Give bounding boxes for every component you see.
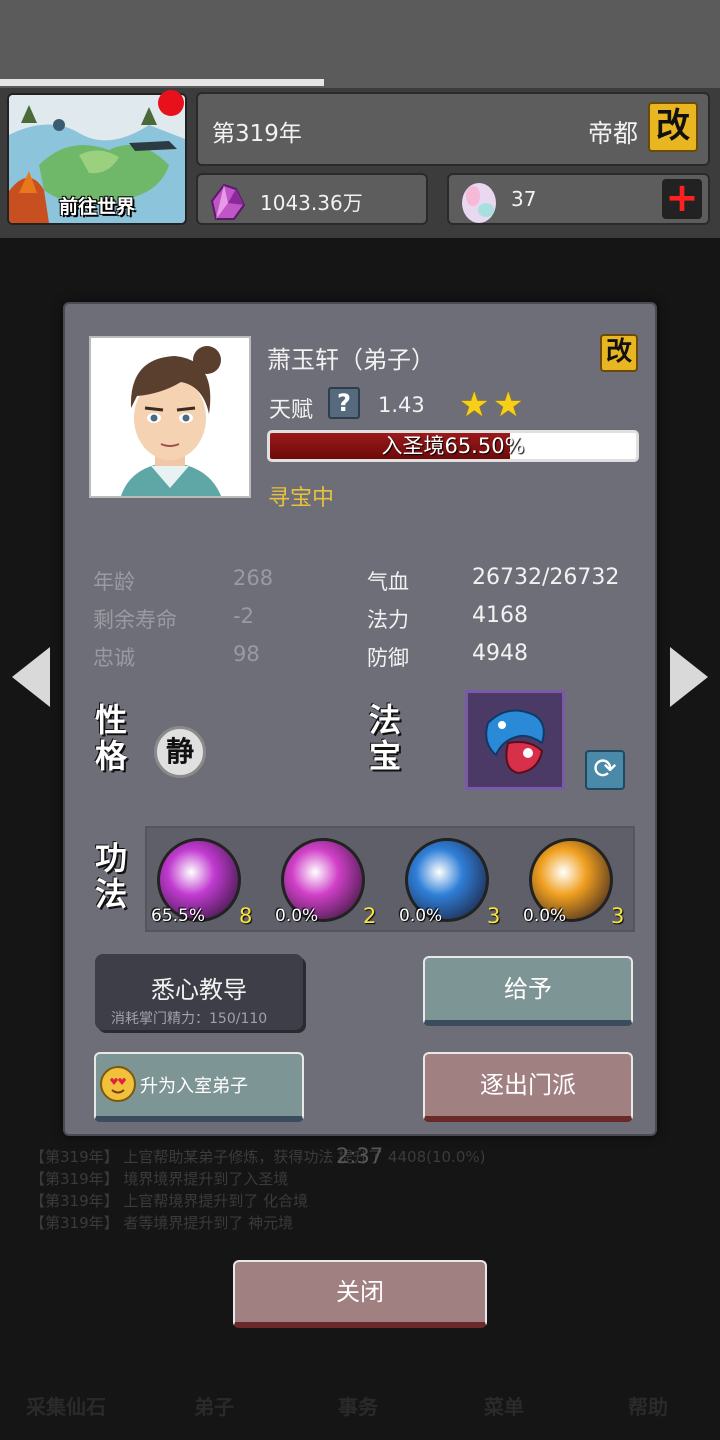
- gem-panel: 37 +: [447, 173, 710, 225]
- year-text: 第319年: [212, 121, 302, 147]
- egg-gem-icon: [462, 183, 496, 223]
- spirit-stone-count: 1043.36万: [260, 191, 363, 215]
- skill-slot[interactable]: 0.0% 3: [519, 834, 639, 930]
- next-disciple-arrow[interactable]: [670, 647, 708, 707]
- personality-title: 性 格: [91, 702, 131, 774]
- personality-title-char: 格: [94, 737, 127, 775]
- previous-disciple-arrow[interactable]: [12, 647, 50, 707]
- nav-help[interactable]: 帮助: [628, 1391, 668, 1420]
- realm-progress-text: 入圣境65.50%: [381, 434, 525, 458]
- star-icon: ★: [459, 385, 490, 425]
- skills-title-char: 法: [94, 875, 127, 913]
- close-button[interactable]: 关闭: [233, 1260, 487, 1328]
- give-button[interactable]: 给予: [423, 956, 633, 1026]
- promote-button[interactable]: 升为入室弟子: [94, 1052, 304, 1122]
- personality-title-char: 性: [94, 701, 127, 739]
- log-line: 【第319年】 境界境界提升到了入圣境: [30, 1170, 289, 1188]
- star-icon: ★: [493, 385, 524, 425]
- skill-level: 2: [363, 904, 377, 928]
- defense-value: 4948: [472, 641, 528, 666]
- nav-menu[interactable]: 菜单: [484, 1391, 524, 1420]
- age-value: 268: [233, 566, 274, 590]
- log-line: 【第319年】 者等境界提升到了 神元境: [30, 1214, 294, 1232]
- nav-collect-stone[interactable]: 采集仙石: [26, 1391, 106, 1420]
- skill-slot[interactable]: 65.5% 8: [147, 834, 267, 930]
- mana-value: 4168: [472, 603, 528, 628]
- add-gems-button[interactable]: +: [662, 178, 702, 219]
- skills-title-char: 功: [94, 839, 127, 877]
- skills-title: 功 法: [91, 840, 131, 912]
- talent-value: 1.43: [378, 393, 425, 417]
- gem-count: 37: [511, 187, 537, 211]
- treasure-title: 法 宝: [365, 702, 405, 774]
- skill-level: 3: [487, 904, 501, 928]
- talent-help-button[interactable]: ?: [328, 387, 360, 419]
- disciple-portrait: [89, 336, 251, 498]
- realm-progress-bar: 入圣境65.50%: [267, 430, 639, 462]
- lifespan-label: 剩余寿命: [93, 608, 177, 632]
- year-panel: 第319年 帝都 改: [196, 92, 710, 166]
- skill-slot[interactable]: 0.0% 2: [271, 834, 391, 930]
- skill-level: 8: [239, 904, 253, 928]
- hp-label: 气血: [367, 570, 409, 594]
- crystal-icon: [210, 183, 246, 220]
- timer-text: 2:37: [336, 1144, 384, 1168]
- lifespan-value: -2: [233, 604, 254, 628]
- world-map-label: 前往世界: [58, 196, 135, 218]
- nav-affairs[interactable]: 事务: [338, 1391, 378, 1420]
- skill-progress: 0.0%: [523, 906, 567, 926]
- capital-text: 帝都: [587, 119, 638, 148]
- nav-disciples[interactable]: 弟子: [194, 1391, 234, 1420]
- notification-dot: [158, 90, 184, 116]
- teach-label: 悉心教导: [151, 976, 247, 1004]
- loading-progress-line: [0, 79, 324, 86]
- dragon-treasure-icon: [485, 709, 545, 775]
- skill-slot[interactable]: 0.0% 3: [395, 834, 515, 930]
- talent-label: 天赋: [269, 398, 314, 423]
- skill-progress: 0.0%: [399, 906, 443, 926]
- edit-capital-button[interactable]: 改: [648, 102, 698, 152]
- heart-eyes-icon: [100, 1066, 136, 1102]
- skill-progress: 65.5%: [151, 906, 206, 926]
- skill-level: 3: [611, 904, 625, 928]
- teach-cost: 消耗掌门精力：150/110: [111, 1011, 268, 1027]
- treasure-slot[interactable]: [465, 690, 565, 790]
- disciple-avatar-icon: [91, 338, 249, 496]
- personality-badge[interactable]: 静: [154, 726, 206, 778]
- game-screen: 前往世界 第319年 帝都 改 1043.36万 37 + 【第319年】 上官…: [0, 0, 720, 1440]
- rename-button[interactable]: 改: [600, 334, 638, 372]
- skill-progress: 0.0%: [275, 906, 319, 926]
- top-bar: [0, 0, 720, 88]
- log-line: 【第319年】 上官帮助某弟子修炼，获得功法 提升了 4408(10.0%): [30, 1148, 486, 1166]
- disciple-status: 寻宝中: [268, 486, 335, 511]
- skills-panel: 65.5% 8 0.0% 2 0.0% 3 0.0% 3: [145, 826, 635, 932]
- loyalty-label: 忠诚: [93, 646, 135, 670]
- mana-label: 法力: [367, 608, 409, 632]
- defense-label: 防御: [367, 646, 409, 670]
- loyalty-value: 98: [233, 642, 260, 666]
- spirit-stone-panel: 1043.36万: [196, 173, 428, 225]
- disciple-detail-dialog: 萧玉轩（弟子） 改 天赋 ? 1.43 ★ ★ 入圣境65.50% 寻宝中 年龄…: [63, 302, 657, 1136]
- treasure-title-char: 宝: [368, 737, 401, 775]
- world-map-button[interactable]: 前往世界: [7, 93, 187, 225]
- treasure-title-char: 法: [368, 701, 401, 739]
- teach-button[interactable]: 悉心教导 消耗掌门精力：150/110: [95, 954, 303, 1030]
- promote-label: 升为入室弟子: [140, 1076, 248, 1097]
- swap-treasure-button[interactable]: ⟳: [585, 750, 625, 790]
- hp-value: 26732/26732: [472, 565, 620, 590]
- log-line: 【第319年】 上官帮境界提升到了 化合境: [30, 1192, 309, 1210]
- age-label: 年龄: [93, 570, 135, 594]
- expel-button[interactable]: 逐出门派: [423, 1052, 633, 1122]
- disciple-name: 萧玉轩（弟子）: [267, 346, 435, 374]
